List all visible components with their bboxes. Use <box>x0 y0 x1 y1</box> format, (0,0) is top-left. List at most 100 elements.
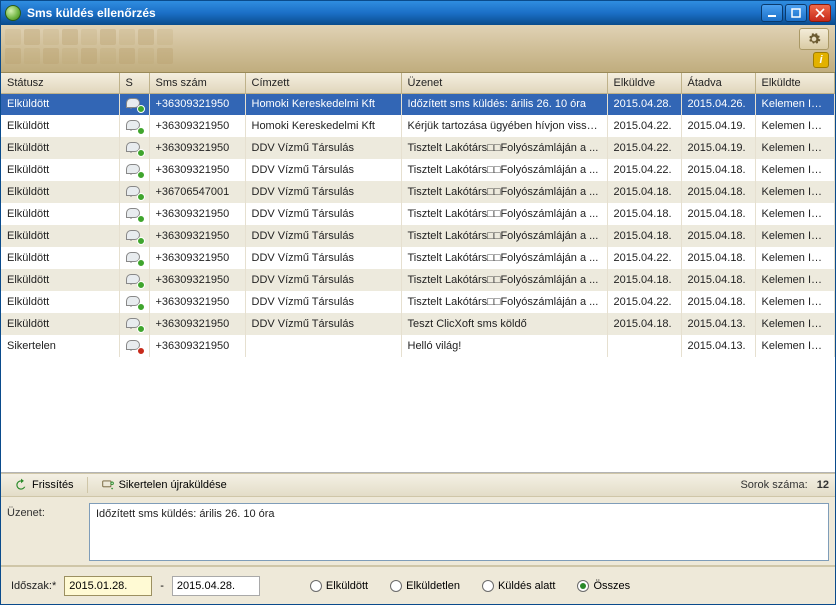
cell: Kelemen Imréné <box>755 181 835 203</box>
table-row[interactable]: Elküldött+36309321950Homoki Kereskedelmi… <box>1 115 835 137</box>
table-row[interactable]: Elküldött+36309321950DDV Vízmű TársulásT… <box>1 225 835 247</box>
cell: 2015.04.13. <box>681 335 755 357</box>
refresh-button[interactable]: Frissítés <box>7 475 81 495</box>
cell: Elküldött <box>1 313 119 335</box>
maximize-button[interactable] <box>785 4 807 22</box>
radio-sent[interactable]: Elküldött <box>310 580 368 592</box>
cell: Tisztelt Lakótárs□□Folyószámláján a ... <box>401 181 607 203</box>
app-icon <box>5 5 21 21</box>
cell: Elküldött <box>1 159 119 181</box>
message-textarea[interactable]: Időzített sms küldés: árilis 26. 10 óra <box>89 503 829 561</box>
settings-button[interactable] <box>799 28 829 50</box>
cell: Kelemen Imréné <box>755 159 835 181</box>
header-row: Státusz S Sms szám Címzett Üzenet Elküld… <box>1 73 835 93</box>
cell: +36309321950 <box>149 335 245 357</box>
info-button[interactable]: i <box>813 52 829 68</box>
table-row[interactable]: Elküldött+36309321950DDV Vízmű TársulásT… <box>1 247 835 269</box>
col-rec[interactable]: Címzett <box>245 73 401 93</box>
sms-status-icon <box>126 340 142 352</box>
refresh-label: Frissítés <box>32 479 74 491</box>
table-row[interactable]: Elküldött+36309321950DDV Vízmű TársulásT… <box>1 159 835 181</box>
cell: Kelemen Imréné <box>755 313 835 335</box>
cell: DDV Vízmű Társulás <box>245 291 401 313</box>
cell: 2015.04.18. <box>607 313 681 335</box>
sms-status-icon <box>126 318 142 330</box>
table-row[interactable]: Elküldött+36309321950DDV Vízmű TársulásT… <box>1 269 835 291</box>
cell: DDV Vízmű Társulás <box>245 313 401 335</box>
sms-status-icon <box>126 208 142 220</box>
cell: 2015.04.18. <box>681 247 755 269</box>
close-button[interactable] <box>809 4 831 22</box>
col-msg[interactable]: Üzenet <box>401 73 607 93</box>
cell: 2015.04.13. <box>681 313 755 335</box>
table-row[interactable]: Elküldött+36309321950DDV Vízmű TársulásT… <box>1 137 835 159</box>
table-row[interactable]: Elküldött+36309321950Homoki Kereskedelmi… <box>1 93 835 115</box>
status-icon-cell <box>119 137 149 159</box>
date-dash: - <box>160 580 164 592</box>
sms-table: Státusz S Sms szám Címzett Üzenet Elküld… <box>1 73 835 357</box>
col-sent[interactable]: Elküldve <box>607 73 681 93</box>
col-s[interactable]: S <box>119 73 149 93</box>
status-icon-cell <box>119 203 149 225</box>
cell: +36309321950 <box>149 313 245 335</box>
table-row[interactable]: Elküldött+36309321950DDV Vízmű TársulásT… <box>1 291 835 313</box>
cell: 2015.04.22. <box>607 137 681 159</box>
cell: Kelemen Imréné <box>755 93 835 115</box>
col-by[interactable]: Elküldte <box>755 73 835 93</box>
minimize-button[interactable] <box>761 4 783 22</box>
status-icon-cell <box>119 93 149 115</box>
cell: +36309321950 <box>149 159 245 181</box>
cell: 2015.04.22. <box>607 159 681 181</box>
cell: +36309321950 <box>149 269 245 291</box>
cell: +36309321950 <box>149 93 245 115</box>
table-row[interactable]: Elküldött +36309321950DDV Vízmű TársulásT… <box>1 313 835 335</box>
table-row[interactable]: Elküldött+36706547001DDV Vízmű TársulásT… <box>1 181 835 203</box>
cell: +36309321950 <box>149 291 245 313</box>
cell: Kelemen Imréné <box>755 335 835 357</box>
sms-status-icon <box>126 164 142 176</box>
sms-status-icon <box>126 98 142 110</box>
cell: 2015.04.28. <box>607 93 681 115</box>
grid: Státusz S Sms szám Címzett Üzenet Elküld… <box>1 73 835 473</box>
resend-button[interactable]: Sikertelen újraküldése <box>94 475 234 495</box>
radio-all[interactable]: Összes <box>577 580 630 592</box>
radio-sending[interactable]: Küldés alatt <box>482 580 555 592</box>
cell: 2015.04.18. <box>607 181 681 203</box>
sms-status-icon <box>126 186 142 198</box>
cell: Kelemen Imréné <box>755 115 835 137</box>
table-row[interactable]: Elküldött+36309321950DDV Vízmű TársulásT… <box>1 203 835 225</box>
cell: Elküldött <box>1 181 119 203</box>
cell: 2015.04.19. <box>681 115 755 137</box>
cell: Teszt ClicXoft sms köldő <box>401 313 607 335</box>
cell: Időzített sms küldés: árilis 26. 10 óra <box>401 93 607 115</box>
cell: 2015.04.18. <box>681 159 755 181</box>
cell: Sikertelen <box>1 335 119 357</box>
filter-bar: Időszak:* - Elküldött Elküldetlen Küldés… <box>1 566 835 604</box>
cell: 2015.04.18. <box>681 291 755 313</box>
cell <box>607 335 681 357</box>
row-count-label: Sorok száma: <box>740 479 807 491</box>
col-status[interactable]: Státusz <box>1 73 119 93</box>
date-to-input[interactable] <box>172 576 260 596</box>
message-panel: Üzenet: Időzített sms küldés: árilis 26.… <box>1 497 835 566</box>
col-num[interactable]: Sms szám <box>149 73 245 93</box>
cell: Kelemen Imréné <box>755 225 835 247</box>
radio-unsent[interactable]: Elküldetlen <box>390 580 460 592</box>
cell: Tisztelt Lakótárs□□Folyószámláján a ... <box>401 269 607 291</box>
status-icon-cell <box>119 335 149 357</box>
date-from-input[interactable] <box>64 576 152 596</box>
cell: Elküldött <box>1 93 119 115</box>
col-deliv[interactable]: Átadva <box>681 73 755 93</box>
titlebar[interactable]: Sms küldés ellenőrzés <box>1 1 835 25</box>
table-row[interactable]: Sikertelen+36309321950Helló világ!2015.0… <box>1 335 835 357</box>
cell: 2015.04.18. <box>681 225 755 247</box>
cell: Elküldött <box>1 269 119 291</box>
cell: Tisztelt Lakótárs□□Folyószámláján a ... <box>401 159 607 181</box>
cell: 2015.04.19. <box>681 137 755 159</box>
cell: +36309321950 <box>149 247 245 269</box>
cell: Tisztelt Lakótárs□□Folyószámláján a ... <box>401 247 607 269</box>
cell: 2015.04.26. <box>681 93 755 115</box>
cell: DDV Vízmű Társulás <box>245 203 401 225</box>
window-title: Sms küldés ellenőrzés <box>27 6 761 20</box>
sms-status-icon <box>126 142 142 154</box>
